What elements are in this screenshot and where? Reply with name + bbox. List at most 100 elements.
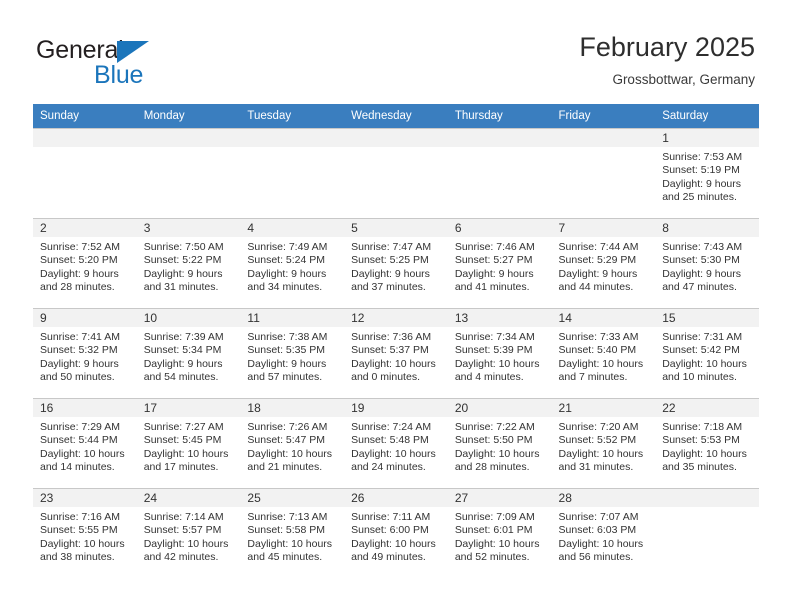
day-details: Sunrise: 7:20 AM Sunset: 5:52 PM Daylight:… bbox=[552, 417, 656, 475]
sunset-text: Sunset: 5:37 PM bbox=[351, 344, 429, 357]
calendar-day-cell[interactable]: 10 Sunrise: 7:39 AM Sunset: 5:34 PM Dayligh… bbox=[136, 308, 241, 398]
daylight-text: Daylight: 9 hours and 25 minutes. bbox=[662, 177, 742, 204]
calendar-day-cell[interactable]: 23 Sunrise: 7:16 AM Sunset: 5:55 PM Dayligh… bbox=[33, 488, 137, 578]
day-number: 25 bbox=[240, 489, 345, 507]
daylight-text: Daylight: 10 hours and 45 minutes. bbox=[247, 537, 333, 564]
day-cell-inner: 16 Sunrise: 7:29 AM Sunset: 5:44 PM Dayligh… bbox=[33, 398, 137, 488]
day-number: 6 bbox=[447, 219, 552, 237]
calendar-day-cell[interactable]: 18 Sunrise: 7:26 AM Sunset: 5:47 PM Dayligh… bbox=[240, 398, 345, 488]
sunrise-text: Sunrise: 7:34 AM bbox=[454, 331, 535, 343]
calendar-day-cell[interactable]: 21 Sunrise: 7:20 AM Sunset: 5:52 PM Dayligh… bbox=[551, 398, 656, 488]
day-cell-inner: 23 Sunrise: 7:16 AM Sunset: 5:55 PM Dayligh… bbox=[33, 488, 137, 578]
calendar-day-cell[interactable]: 7 Sunrise: 7:44 AM Sunset: 5:29 PM Daylight… bbox=[551, 218, 656, 308]
calendar-day-cell[interactable]: 1 Sunrise: 7:53 AM Sunset: 5:19 PM Daylight… bbox=[655, 128, 759, 218]
day-cell-inner: 5 Sunrise: 7:47 AM Sunset: 5:25 PM Daylight… bbox=[344, 218, 448, 308]
sunrise-text: Sunrise: 7:22 AM bbox=[454, 421, 535, 433]
daylight-text: Daylight: 10 hours and 14 minutes. bbox=[40, 447, 125, 474]
day-cell-inner: 10 Sunrise: 7:39 AM Sunset: 5:34 PM Dayligh… bbox=[136, 308, 241, 398]
day-number: 4 bbox=[240, 219, 345, 237]
day-number: 12 bbox=[344, 309, 448, 327]
day-number: 13 bbox=[447, 309, 552, 327]
weekday-header-tuesday: Tuesday bbox=[240, 104, 345, 128]
calendar-day-cell[interactable]: 22 Sunrise: 7:18 AM Sunset: 5:53 PM Dayligh… bbox=[655, 398, 759, 488]
day-number: 14 bbox=[551, 309, 656, 327]
calendar-day-cell[interactable]: 12 Sunrise: 7:36 AM Sunset: 5:37 PM Dayligh… bbox=[344, 308, 448, 398]
day-cell-inner: 20 Sunrise: 7:22 AM Sunset: 5:50 PM Dayligh… bbox=[447, 398, 552, 488]
calendar-day-cell[interactable]: 20 Sunrise: 7:22 AM Sunset: 5:50 PM Dayligh… bbox=[447, 398, 552, 488]
calendar-day-cell[interactable]: 24 Sunrise: 7:14 AM Sunset: 5:57 PM Dayligh… bbox=[136, 488, 241, 578]
calendar-day-cell[interactable]: 14 Sunrise: 7:33 AM Sunset: 5:40 PM Dayligh… bbox=[551, 308, 656, 398]
daylight-text: Daylight: 10 hours and 49 minutes. bbox=[351, 537, 436, 564]
calendar-week-row: 9 Sunrise: 7:41 AM Sunset: 5:32 PM Daylight… bbox=[33, 308, 759, 398]
calendar-day-cell[interactable]: 19 Sunrise: 7:24 AM Sunset: 5:48 PM Dayligh… bbox=[344, 398, 448, 488]
day-details: Sunrise: 7:34 AM Sunset: 5:39 PM Daylight:… bbox=[448, 327, 552, 385]
calendar-page: General Blue February 2025 Grossbottwar,… bbox=[0, 0, 792, 612]
calendar-day-cell[interactable]: 8 Sunrise: 7:43 AM Sunset: 5:30 PM Daylight… bbox=[655, 218, 759, 308]
calendar-day-cell[interactable]: 17 Sunrise: 7:27 AM Sunset: 5:45 PM Dayligh… bbox=[136, 398, 241, 488]
calendar-day-cell[interactable]: 26 Sunrise: 7:11 AM Sunset: 6:00 PM Dayligh… bbox=[344, 488, 448, 578]
calendar-day-cell[interactable]: 2 Sunrise: 7:52 AM Sunset: 5:20 PM Daylight… bbox=[33, 218, 137, 308]
day-number: 26 bbox=[344, 489, 448, 507]
calendar-day-cell[interactable]: 3 Sunrise: 7:50 AM Sunset: 5:22 PM Daylight… bbox=[136, 218, 241, 308]
month-calendar: Sunday Monday Tuesday Wednesday Thursday… bbox=[33, 104, 759, 578]
day-number: 11 bbox=[240, 309, 345, 327]
day-cell-inner: 25 Sunrise: 7:13 AM Sunset: 5:58 PM Dayligh… bbox=[240, 488, 345, 578]
calendar-day-cell[interactable]: 9 Sunrise: 7:41 AM Sunset: 5:32 PM Daylight… bbox=[33, 308, 137, 398]
day-cell-inner bbox=[33, 128, 137, 218]
sunrise-text: Sunrise: 7:44 AM bbox=[558, 241, 639, 253]
day-details: Sunrise: 7:13 AM Sunset: 5:58 PM Daylight:… bbox=[240, 507, 344, 565]
day-cell-inner: 12 Sunrise: 7:36 AM Sunset: 5:37 PM Dayligh… bbox=[344, 308, 448, 398]
day-number bbox=[551, 129, 656, 147]
daylight-text: Daylight: 10 hours and 24 minutes. bbox=[351, 447, 436, 474]
calendar-day-cell[interactable]: 13 Sunrise: 7:34 AM Sunset: 5:39 PM Dayligh… bbox=[447, 308, 552, 398]
day-cell-inner bbox=[447, 128, 552, 218]
calendar-day-cell[interactable]: 28 Sunrise: 7:07 AM Sunset: 6:03 PM Dayligh… bbox=[551, 488, 656, 578]
day-cell-inner: 21 Sunrise: 7:20 AM Sunset: 5:52 PM Dayligh… bbox=[551, 398, 656, 488]
sunset-text: Sunset: 5:55 PM bbox=[40, 524, 118, 537]
day-number: 22 bbox=[655, 399, 759, 417]
day-cell-inner bbox=[344, 128, 448, 218]
sunrise-text: Sunrise: 7:16 AM bbox=[40, 511, 120, 523]
sunset-text: Sunset: 6:01 PM bbox=[454, 524, 533, 537]
daylight-text: Daylight: 9 hours and 41 minutes. bbox=[454, 267, 534, 294]
calendar-day-cell[interactable]: 4 Sunrise: 7:49 AM Sunset: 5:24 PM Daylight… bbox=[240, 218, 345, 308]
sunset-text: Sunset: 5:53 PM bbox=[662, 434, 740, 447]
daylight-text: Daylight: 10 hours and 10 minutes. bbox=[662, 357, 747, 384]
sunset-text: Sunset: 5:47 PM bbox=[247, 434, 326, 447]
day-number: 28 bbox=[551, 489, 656, 507]
day-number: 19 bbox=[344, 399, 448, 417]
sunrise-text: Sunrise: 7:14 AM bbox=[143, 511, 224, 523]
calendar-day-cell[interactable]: 16 Sunrise: 7:29 AM Sunset: 5:44 PM Dayligh… bbox=[33, 398, 137, 488]
weekday-header-monday: Monday bbox=[136, 104, 241, 128]
sunrise-text: Sunrise: 7:39 AM bbox=[143, 331, 224, 343]
day-cell-inner: 8 Sunrise: 7:43 AM Sunset: 5:30 PM Daylight… bbox=[655, 218, 759, 308]
calendar-body: 1 Sunrise: 7:53 AM Sunset: 5:19 PM Daylight… bbox=[33, 128, 759, 578]
sunrise-text: Sunrise: 7:13 AM bbox=[247, 511, 328, 523]
calendar-day-cell[interactable]: 25 Sunrise: 7:13 AM Sunset: 5:58 PM Dayligh… bbox=[240, 488, 345, 578]
sunrise-text: Sunrise: 7:07 AM bbox=[558, 511, 639, 523]
day-details: Sunrise: 7:33 AM Sunset: 5:40 PM Daylight:… bbox=[552, 327, 656, 385]
day-number: 10 bbox=[136, 309, 241, 327]
daylight-text: Daylight: 9 hours and 31 minutes. bbox=[143, 267, 223, 294]
calendar-day-cell[interactable]: 27 Sunrise: 7:09 AM Sunset: 6:01 PM Dayligh… bbox=[447, 488, 552, 578]
day-details: Sunrise: 7:26 AM Sunset: 5:47 PM Daylight:… bbox=[240, 417, 344, 475]
day-details: Sunrise: 7:07 AM Sunset: 6:03 PM Daylight:… bbox=[552, 507, 656, 565]
calendar-cell-empty bbox=[655, 488, 759, 578]
day-details: Sunrise: 7:16 AM Sunset: 5:55 PM Daylight:… bbox=[33, 507, 137, 565]
sunset-text: Sunset: 6:03 PM bbox=[558, 524, 637, 537]
daylight-text: Daylight: 10 hours and 21 minutes. bbox=[247, 447, 333, 474]
day-cell-inner: 4 Sunrise: 7:49 AM Sunset: 5:24 PM Daylight… bbox=[240, 218, 345, 308]
calendar-cell-empty bbox=[136, 128, 241, 218]
calendar-cell-empty bbox=[551, 128, 656, 218]
calendar-day-cell[interactable]: 15 Sunrise: 7:31 AM Sunset: 5:42 PM Dayligh… bbox=[655, 308, 759, 398]
day-details: Sunrise: 7:44 AM Sunset: 5:29 PM Daylight:… bbox=[552, 237, 656, 295]
sunrise-text: Sunrise: 7:43 AM bbox=[662, 241, 743, 253]
daylight-text: Daylight: 10 hours and 35 minutes. bbox=[662, 447, 747, 474]
sunset-text: Sunset: 5:39 PM bbox=[454, 344, 533, 357]
calendar-day-cell[interactable]: 5 Sunrise: 7:47 AM Sunset: 5:25 PM Daylight… bbox=[344, 218, 448, 308]
sunrise-text: Sunrise: 7:38 AM bbox=[247, 331, 328, 343]
calendar-day-cell[interactable]: 11 Sunrise: 7:38 AM Sunset: 5:35 PM Dayligh… bbox=[240, 308, 345, 398]
daylight-text: Daylight: 10 hours and 56 minutes. bbox=[558, 537, 644, 564]
calendar-day-cell[interactable]: 6 Sunrise: 7:46 AM Sunset: 5:27 PM Daylight… bbox=[447, 218, 552, 308]
sunrise-text: Sunrise: 7:53 AM bbox=[662, 151, 743, 163]
